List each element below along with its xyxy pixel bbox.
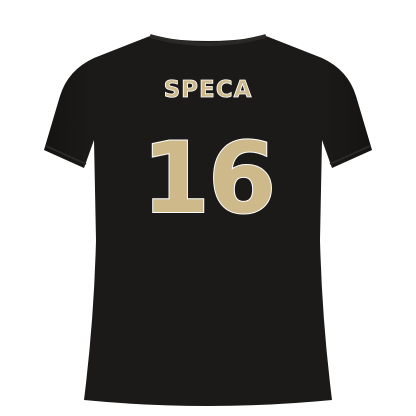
player-name: SPECA [164,77,253,103]
player-number: 16 [142,122,274,236]
product-image: SPECA 16 [0,0,416,416]
t-shirt-back-illustration: SPECA 16 [44,34,372,406]
